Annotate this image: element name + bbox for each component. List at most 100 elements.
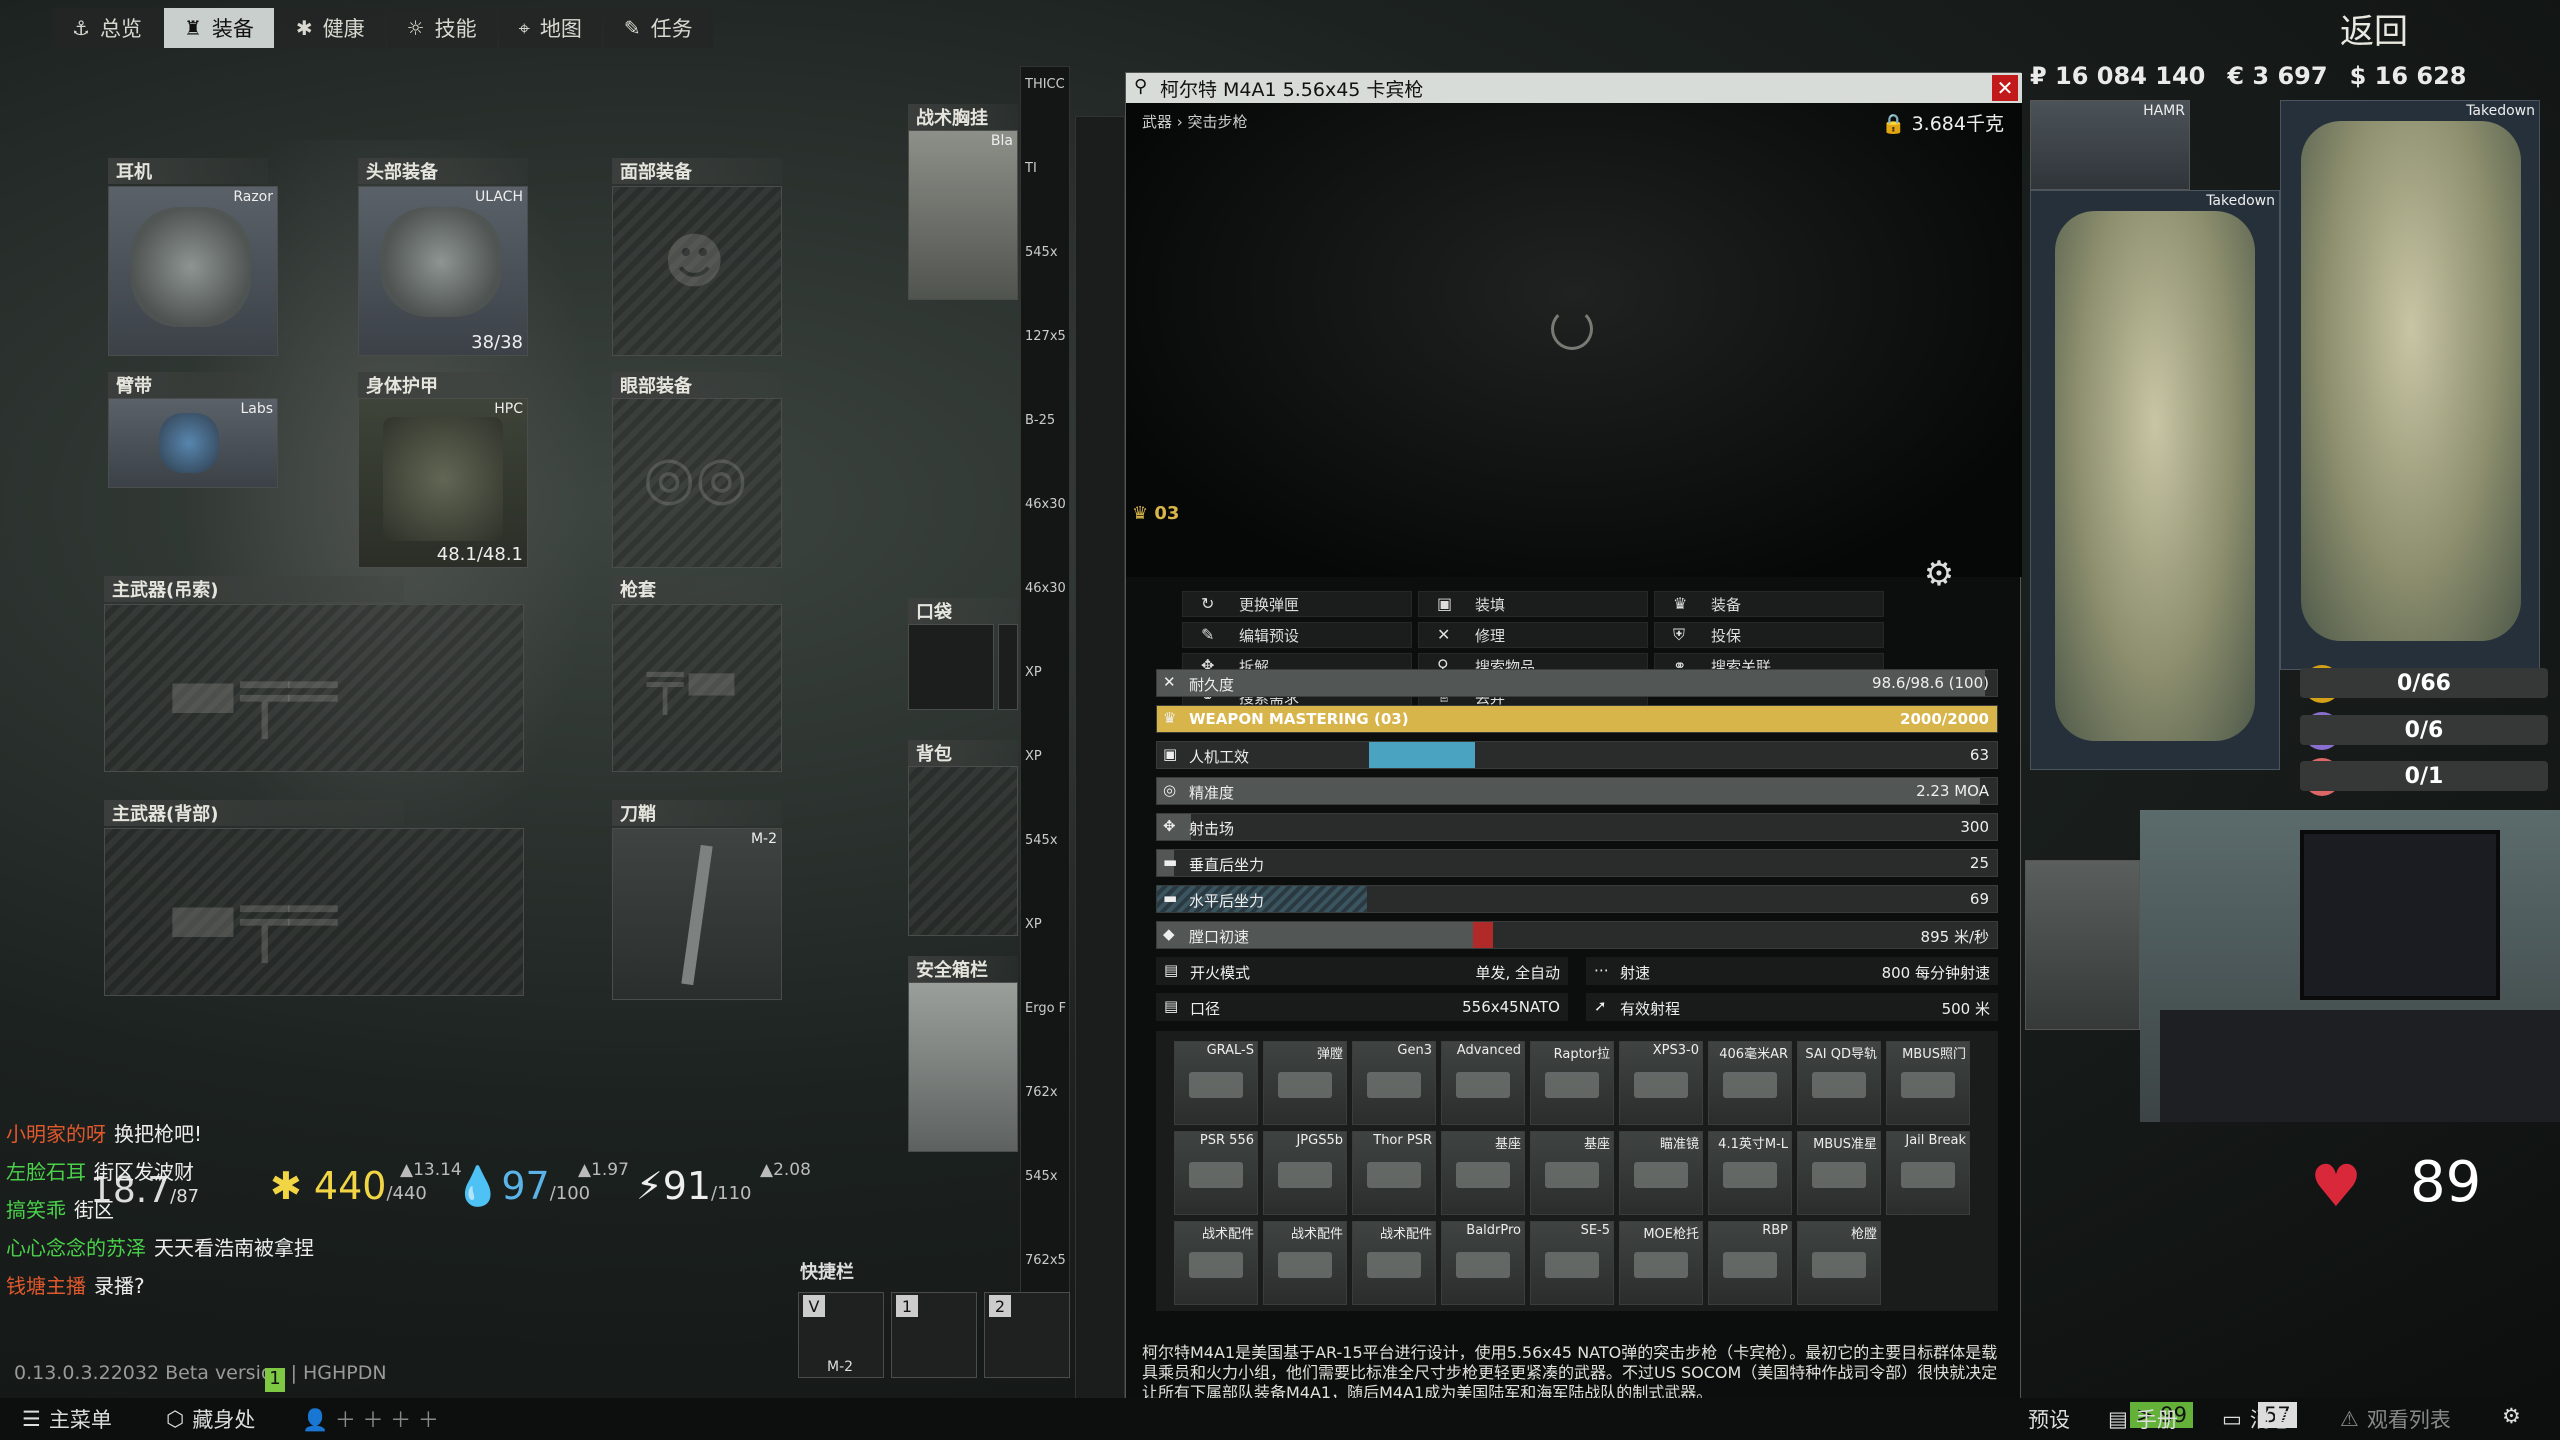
back-button[interactable]: 返回 bbox=[2340, 4, 2408, 53]
mod-slot[interactable]: Advanced bbox=[1441, 1041, 1525, 1125]
pocket-slot-1[interactable] bbox=[908, 624, 994, 710]
weapon-stack-item[interactable] bbox=[2025, 860, 2140, 1030]
backpack-item-2[interactable]: Takedown bbox=[2280, 100, 2540, 670]
earpiece-slot[interactable]: Razor bbox=[108, 186, 278, 356]
mod-name: MOE枪托 bbox=[1643, 1227, 1699, 1242]
mod-slot[interactable]: 基座 bbox=[1530, 1131, 1614, 1215]
mod-slot[interactable]: Gen3 bbox=[1352, 1041, 1436, 1125]
quickbar-slot[interactable]: 1 bbox=[891, 1292, 977, 1378]
stash-item-label[interactable]: 545x bbox=[1025, 1169, 1069, 1184]
stash-item-label[interactable]: 762x bbox=[1025, 1085, 1069, 1100]
quickbar-slot[interactable]: 2 bbox=[984, 1292, 1070, 1378]
window-titlebar[interactable]: ⚲ 柯尔特 M4A1 5.56x45 卡宾枪 ✕ bbox=[1126, 73, 2022, 103]
stash-item-label[interactable]: B-25 bbox=[1025, 413, 1069, 428]
secure-container-label: 安全箱栏 bbox=[908, 956, 1018, 982]
hotkey-label: 2 bbox=[989, 1295, 1011, 1317]
hamr-item[interactable]: HAMR bbox=[2030, 100, 2190, 190]
stash-item-label[interactable]: Ergo F bbox=[1025, 1001, 1069, 1016]
scabbard-slot[interactable]: M-2 bbox=[612, 828, 782, 1000]
stash-item-label[interactable]: THICC bbox=[1025, 77, 1069, 92]
facecover-slot[interactable]: ☻ bbox=[612, 186, 782, 356]
hideout-button[interactable]: ⬡ 藏身处 bbox=[166, 1404, 255, 1434]
modding-gear-icon[interactable]: ⚙ bbox=[1914, 549, 1964, 599]
chat-username: 左脸石耳 bbox=[6, 1160, 86, 1184]
stash-item-label[interactable]: XP bbox=[1025, 665, 1069, 680]
action-button-5[interactable]: ⛨ 投保 bbox=[1654, 622, 1884, 648]
mod-slot[interactable]: RBP bbox=[1708, 1221, 1792, 1305]
mod-slot[interactable]: Jail Break bbox=[1886, 1131, 1970, 1215]
stash-column[interactable]: THICC TI 545x 127x5 B-25 46x30 46x30 XP XP 545x XP… bbox=[1020, 66, 1070, 1366]
quickbar-slot[interactable]: V M-2 bbox=[798, 1292, 884, 1378]
settings-icon[interactable]: ⚙ bbox=[2502, 1404, 2521, 1428]
mod-slot[interactable]: 战术配件 bbox=[1352, 1221, 1436, 1305]
holster-slot[interactable]: ╤▬ bbox=[612, 604, 782, 772]
weapon-description: 柯尔特M4A1是美国基于AR-15平台进行设计，使用5.56x45 NATO弹的… bbox=[1142, 1343, 1998, 1402]
messages-button[interactable]: ▭ 消息 bbox=[2222, 1404, 2292, 1434]
mod-slot[interactable]: SE-5 bbox=[1530, 1221, 1614, 1305]
mod-slot[interactable]: 406毫米AR bbox=[1708, 1041, 1792, 1125]
mod-slot[interactable]: 枪膛 bbox=[1797, 1221, 1881, 1305]
tactical-rig-slot[interactable]: Bla bbox=[908, 130, 1018, 300]
stash-item-label[interactable]: 46x30 bbox=[1025, 497, 1069, 512]
action-button-4[interactable]: ✕ 修理 bbox=[1418, 622, 1648, 648]
weapon-3d-viewer[interactable]: ♛ 03 bbox=[1126, 103, 2022, 577]
stash-item-label[interactable]: XP bbox=[1025, 917, 1069, 932]
mod-slot[interactable]: MBUS准星 bbox=[1797, 1131, 1881, 1215]
tab-5[interactable]: ✎ 任务 bbox=[603, 8, 713, 48]
backpack-slot-label: 背包 bbox=[908, 740, 1018, 766]
mod-slot[interactable]: 战术配件 bbox=[1263, 1221, 1347, 1305]
chat-username: 钱塘主播 bbox=[6, 1274, 86, 1298]
armband-slot[interactable]: Labs bbox=[108, 398, 278, 488]
mod-slot[interactable]: Raptor拉 bbox=[1530, 1041, 1614, 1125]
mod-slot[interactable]: 基座 bbox=[1441, 1131, 1525, 1215]
mod-slot[interactable]: JPGS5b bbox=[1263, 1131, 1347, 1215]
handbook-button[interactable]: ▤ 手册 bbox=[2108, 1404, 2178, 1434]
headwear-slot[interactable]: ULACH 38/38 bbox=[358, 186, 528, 356]
primary-weapon-back-slot[interactable]: ▬╤═ bbox=[104, 828, 524, 996]
tab-2[interactable]: ✱ 健康 bbox=[275, 8, 385, 48]
action-button-3[interactable]: ✎ 编辑预设 bbox=[1182, 622, 1412, 648]
mod-slot[interactable]: BaldrPro bbox=[1441, 1221, 1525, 1305]
stash-item-label[interactable]: 46x30 bbox=[1025, 581, 1069, 596]
stash-item-label[interactable]: 545x bbox=[1025, 833, 1069, 848]
action-button-1[interactable]: ▣ 装填 bbox=[1418, 591, 1648, 617]
mod-slot[interactable]: MBUS照门 bbox=[1886, 1041, 1970, 1125]
tab-3[interactable]: ☼ 技能 bbox=[386, 8, 497, 48]
mod-slot[interactable]: PSR 556 bbox=[1174, 1131, 1258, 1215]
stash-item-label[interactable]: 762x5 bbox=[1025, 1253, 1069, 1268]
body-armor-slot[interactable]: HPC 48.1/48.1 bbox=[358, 398, 528, 568]
main-menu-button[interactable]: ☰ 主菜单 bbox=[22, 1404, 112, 1434]
tab-4[interactable]: ⌖ 地图 bbox=[498, 8, 602, 48]
tab-1[interactable]: ♜ 装备 bbox=[163, 8, 274, 48]
stash-item-label[interactable]: 127x5 bbox=[1025, 329, 1069, 344]
eyewear-slot[interactable]: ◎◎ bbox=[612, 398, 782, 568]
webcam-overlay bbox=[2140, 810, 2560, 1122]
mod-slot[interactable]: 弹膛 bbox=[1263, 1041, 1347, 1125]
mod-slot[interactable]: GRAL-S bbox=[1174, 1041, 1258, 1125]
stash-column-2[interactable] bbox=[1075, 116, 1125, 1416]
tab-0[interactable]: ⚓ 总览 bbox=[52, 8, 162, 48]
mod-slot[interactable]: 瞄准镜 bbox=[1619, 1131, 1703, 1215]
watchlist-button[interactable]: ⚠ 观看列表 bbox=[2340, 1404, 2451, 1434]
mod-slot[interactable]: MOE枪托 bbox=[1619, 1221, 1703, 1305]
mod-slot[interactable]: 4.1英寸M-L bbox=[1708, 1131, 1792, 1215]
mod-slot[interactable]: XPS3-0 bbox=[1619, 1041, 1703, 1125]
primary-weapon-sling-slot[interactable]: ▬╤═ bbox=[104, 604, 524, 772]
preset-button[interactable]: 预设 bbox=[2028, 1404, 2070, 1434]
stash-item-label[interactable]: 545x bbox=[1025, 245, 1069, 260]
action-button-2[interactable]: ♛ 装备 bbox=[1654, 591, 1884, 617]
mod-slot[interactable]: 战术配件 bbox=[1174, 1221, 1258, 1305]
mod-slot[interactable]: Thor PSR bbox=[1352, 1131, 1436, 1215]
stash-item-label[interactable]: XP bbox=[1025, 749, 1069, 764]
mod-part-icon bbox=[1901, 1072, 1955, 1098]
backpack-item-1[interactable]: Takedown bbox=[2030, 190, 2280, 770]
stash-item-label[interactable]: TI bbox=[1025, 161, 1069, 176]
close-button[interactable]: ✕ bbox=[1992, 75, 2018, 101]
action-button-0[interactable]: ↻ 更换弹匣 bbox=[1182, 591, 1412, 617]
secure-container-slot[interactable] bbox=[908, 982, 1018, 1152]
backpack-slot[interactable] bbox=[908, 766, 1018, 936]
pocket-slot-2[interactable] bbox=[998, 624, 1018, 710]
mod-slot[interactable]: SAI QD导轨 bbox=[1797, 1041, 1881, 1125]
weapon-inspect-window[interactable]: ♛ 03 ⚲ 柯尔特 M4A1 5.56x45 卡宾枪 ✕ 武器 › 突击步枪 … bbox=[1125, 72, 2022, 1440]
friends-icon[interactable]: 👤 ＋ ＋ ＋ ＋ bbox=[302, 1404, 439, 1434]
